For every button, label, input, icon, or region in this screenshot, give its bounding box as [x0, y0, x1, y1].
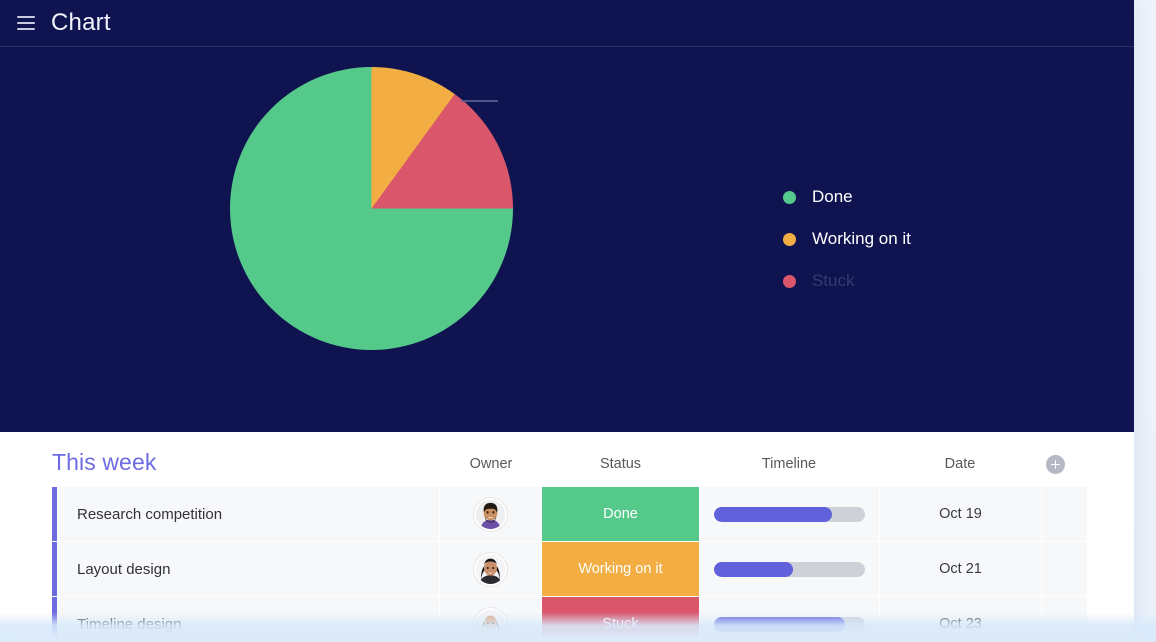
- row-accent-bar: [52, 597, 57, 636]
- row-date[interactable]: Oct 21: [880, 542, 1042, 596]
- legend-item-working-on-it[interactable]: Working on it: [783, 229, 911, 249]
- page-background: Chart Done Working on it Stuck This week…: [0, 0, 1156, 642]
- timeline-bar-fill: [714, 561, 793, 577]
- legend-label-stuck: Stuck: [812, 271, 855, 290]
- table-row[interactable]: Timeline design Stuck Oct 23: [0, 597, 1134, 636]
- table-row[interactable]: Research competition Done Oct 19: [0, 487, 1134, 541]
- row-date[interactable]: Oct 19: [880, 487, 1042, 541]
- row-status-badge[interactable]: Working on it: [542, 542, 699, 596]
- avatar: [474, 607, 507, 636]
- timeline-bar-track: [714, 506, 865, 522]
- row-owner-cell[interactable]: [440, 487, 542, 541]
- timeline-bar-track: [714, 561, 865, 577]
- pie-chart[interactable]: [230, 67, 513, 350]
- row-timeline-cell[interactable]: [700, 597, 880, 636]
- legend-label-working-on-it: Working on it: [812, 229, 911, 248]
- plus-circle-icon[interactable]: [1046, 455, 1065, 474]
- legend-label-done: Done: [812, 187, 853, 206]
- column-header-date[interactable]: Date: [879, 456, 1041, 472]
- table-header: This week Owner Status Timeline Date: [0, 449, 1134, 487]
- row-status-badge[interactable]: Stuck: [542, 597, 699, 636]
- timeline-bar-fill: [714, 616, 846, 632]
- row-name[interactable]: Timeline design: [57, 597, 440, 636]
- row-name[interactable]: Layout design: [57, 542, 440, 596]
- row-owner-cell[interactable]: [440, 597, 542, 636]
- avatar: [474, 497, 507, 531]
- table-row[interactable]: Layout design Working on it Oct 21: [0, 542, 1134, 596]
- row-name[interactable]: Research competition: [57, 487, 440, 541]
- row-accent-bar: [52, 542, 57, 596]
- legend-item-stuck[interactable]: Stuck: [783, 271, 911, 291]
- timeline-bar-track: [714, 616, 865, 632]
- avatar: [474, 552, 507, 586]
- row-owner-cell[interactable]: [440, 542, 542, 596]
- column-header-status[interactable]: Status: [542, 456, 699, 472]
- pie-chart-slices: [230, 67, 513, 350]
- row-tail-cell: [1042, 487, 1088, 541]
- column-header-timeline[interactable]: Timeline: [699, 456, 879, 472]
- legend-color-swatch-done: [783, 190, 796, 204]
- row-tail-cell: [1042, 542, 1088, 596]
- chart-legend: Done Working on it Stuck: [783, 187, 911, 291]
- column-header-owner[interactable]: Owner: [440, 456, 542, 472]
- app-header: Chart: [0, 0, 1134, 47]
- hamburger-icon[interactable]: [17, 16, 35, 30]
- table-rows: Research competition Done Oct 19 Layout …: [0, 487, 1134, 636]
- page-title: Chart: [51, 9, 111, 36]
- legend-color-swatch-stuck: [783, 274, 796, 288]
- chart-region: Done Working on it Stuck: [0, 47, 1134, 432]
- legend-color-swatch-working-on-it: [783, 232, 796, 246]
- row-timeline-cell[interactable]: [700, 542, 880, 596]
- row-timeline-cell[interactable]: [700, 487, 880, 541]
- row-date[interactable]: Oct 23: [880, 597, 1042, 636]
- row-tail-cell: [1042, 597, 1088, 636]
- legend-item-done[interactable]: Done: [783, 187, 911, 207]
- group-title[interactable]: This week: [52, 449, 156, 476]
- pie-label-leader-line: [461, 100, 498, 102]
- table-region: This week Owner Status Timeline Date Res…: [0, 432, 1134, 636]
- row-accent-bar: [52, 487, 57, 541]
- timeline-bar-fill: [714, 506, 832, 522]
- board-card: Chart Done Working on it Stuck This week…: [0, 0, 1134, 636]
- row-status-badge[interactable]: Done: [542, 487, 699, 541]
